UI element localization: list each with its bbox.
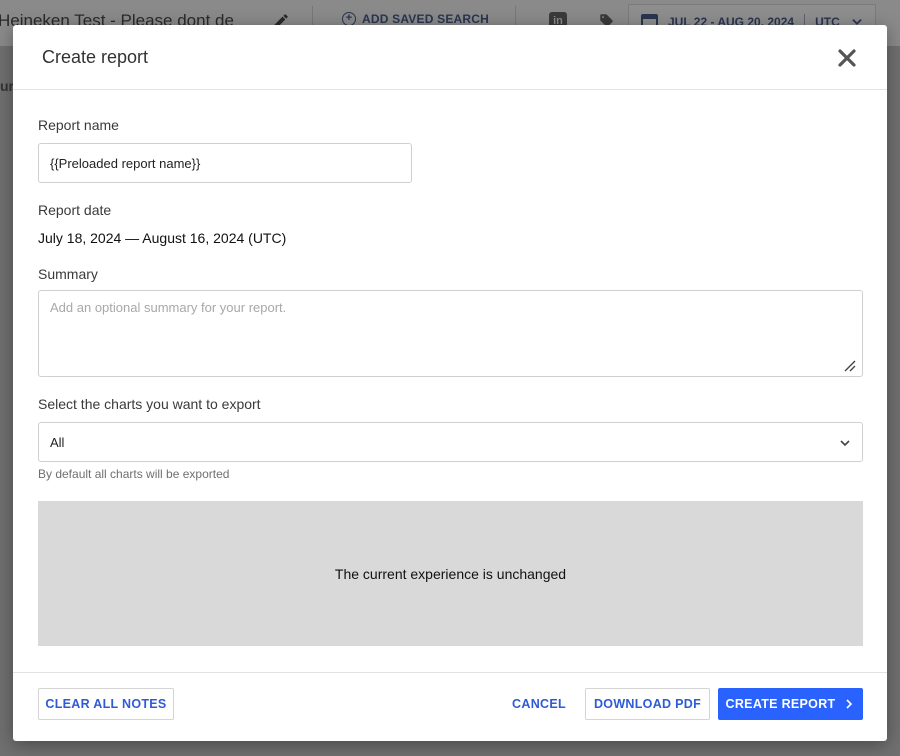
add-saved-search-button: + ADD SAVED SEARCH <box>342 12 489 26</box>
create-report-button[interactable]: CREATE REPORT <box>718 688 863 720</box>
plus-circle-icon: + <box>342 12 356 26</box>
add-saved-search-label: ADD SAVED SEARCH <box>362 12 489 26</box>
charts-select-label: Select the charts you want to export <box>38 396 261 412</box>
report-name-label: Report name <box>38 117 119 133</box>
dialog-title: Create report <box>42 47 149 67</box>
dialog-header: Create report <box>13 25 887 90</box>
summary-label: Summary <box>38 266 98 282</box>
dialog-footer: CLEAR ALL NOTES CANCEL DOWNLOAD PDF CREA… <box>13 672 887 741</box>
charts-select[interactable]: All <box>38 422 863 462</box>
charts-helper-text: By default all charts will be exported <box>38 467 230 481</box>
chevron-down-icon <box>840 440 850 447</box>
resize-handle-icon[interactable] <box>842 358 856 372</box>
chevron-right-icon <box>846 699 853 709</box>
report-date-label: Report date <box>38 202 112 218</box>
background-left-text: ur <box>0 78 14 94</box>
clear-all-notes-button[interactable]: CLEAR ALL NOTES <box>38 688 174 720</box>
placeholder-text: The current experience is unchanged <box>334 565 567 582</box>
create-report-label: CREATE REPORT <box>725 697 836 711</box>
create-report-dialog: Create report Report name Report date Ju… <box>13 25 887 741</box>
report-name-input[interactable] <box>38 143 412 183</box>
download-pdf-button[interactable]: DOWNLOAD PDF <box>585 688 710 720</box>
report-date-value: July 18, 2024 — August 16, 2024 (UTC) <box>38 230 287 246</box>
content-placeholder: The current experience is unchanged <box>38 501 863 646</box>
cancel-button[interactable]: CANCEL <box>506 688 572 720</box>
summary-textarea[interactable] <box>38 290 863 377</box>
close-icon[interactable] <box>835 46 859 70</box>
charts-select-value: All <box>50 434 65 450</box>
